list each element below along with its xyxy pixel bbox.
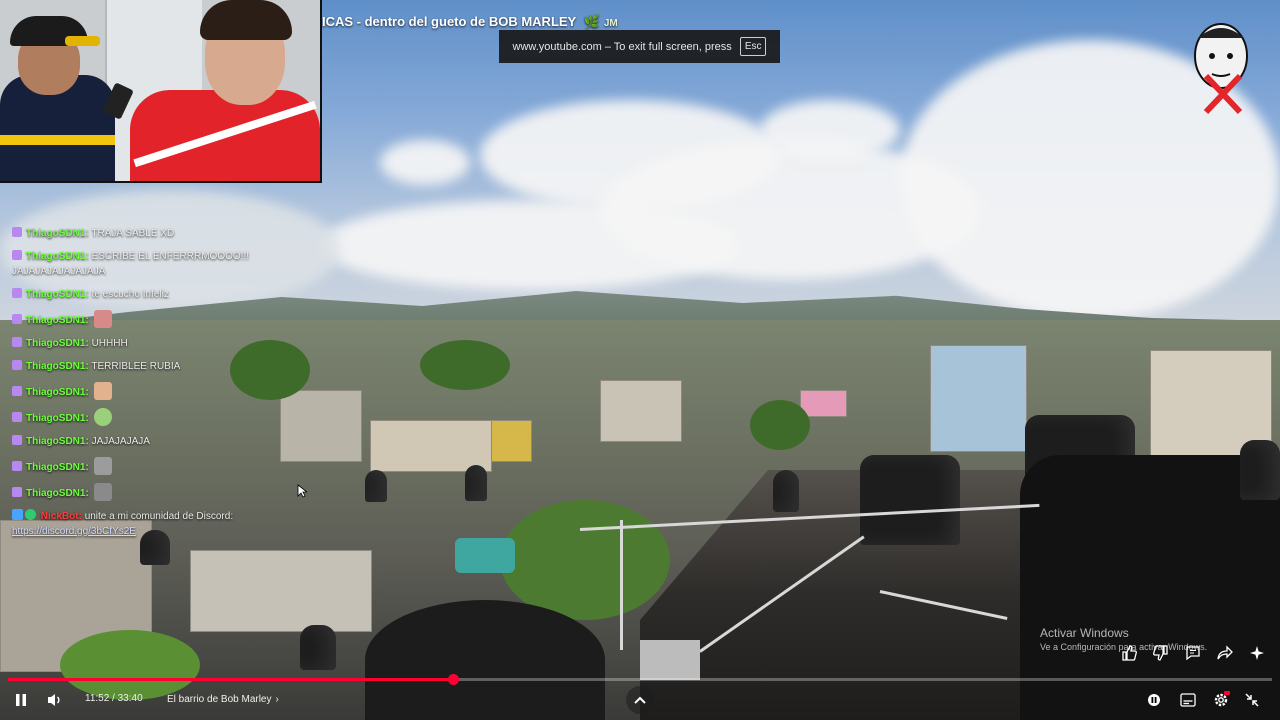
autoplay-icon bbox=[1148, 694, 1160, 706]
like-icon bbox=[1122, 645, 1137, 661]
progress-played bbox=[8, 678, 453, 681]
bot-username: NickBot: bbox=[40, 511, 82, 522]
like-button[interactable] bbox=[1118, 642, 1140, 664]
chat-message: ThiagoSDN1: bbox=[12, 408, 332, 426]
chat-text: TRAJA SABLE XD bbox=[91, 228, 175, 239]
chapter-button[interactable]: El barrio de Bob Marley › bbox=[167, 694, 279, 705]
autoplay-toggle[interactable] bbox=[1142, 686, 1166, 714]
fullscreen-notice-text: www.youtube.com – To exit full screen, p… bbox=[512, 40, 732, 53]
dislike-icon bbox=[1153, 645, 1168, 661]
subscriber-badge-icon bbox=[12, 227, 22, 237]
emote-icon bbox=[93, 310, 112, 328]
subscriber-badge-icon bbox=[12, 435, 22, 445]
discord-link[interactable]: https://discord.gg/3bCfYs2E bbox=[12, 524, 332, 539]
subscriber-badge-icon bbox=[12, 386, 22, 396]
subscriber-badge-icon bbox=[12, 487, 22, 497]
bot-badge-icon bbox=[12, 509, 23, 520]
chevron-up-icon bbox=[634, 696, 646, 704]
video-title-suffix: JM bbox=[603, 18, 618, 29]
mute-button[interactable] bbox=[42, 686, 68, 714]
share-button[interactable] bbox=[1214, 642, 1236, 664]
subscriber-badge-icon bbox=[12, 314, 22, 324]
chat-username: ThiagoSDN1: bbox=[26, 228, 89, 239]
comments-button[interactable] bbox=[1182, 642, 1204, 664]
chat-username: ThiagoSDN1: bbox=[26, 361, 89, 372]
chat-message: ThiagoSDN1: JAJAJAJAJA bbox=[12, 434, 332, 449]
pause-icon bbox=[16, 694, 26, 706]
chat-message: ThiagoSDN1: TRAJA SABLE XD bbox=[12, 226, 332, 241]
webcam-overlay bbox=[0, 0, 322, 183]
dislike-button[interactable] bbox=[1150, 642, 1172, 664]
chat-text: UHHHH bbox=[91, 338, 128, 349]
chapter-title: El barrio de Bob Marley bbox=[167, 694, 272, 705]
esc-key-hint: Esc bbox=[739, 37, 767, 56]
chat-message: ThiagoSDN1: TERRIBLEE RUBIA bbox=[12, 359, 332, 374]
chat-username: ThiagoSDN1: bbox=[26, 315, 89, 326]
settings-icon bbox=[1214, 691, 1230, 707]
bot-message: NickBot: unite a mi comunidad de Discord… bbox=[12, 509, 332, 539]
subscriber-badge-icon bbox=[12, 250, 22, 260]
mouse-cursor-icon bbox=[297, 484, 309, 503]
volume-icon bbox=[48, 694, 60, 706]
chat-text: TERRIBLEE RUBIA bbox=[91, 361, 181, 372]
subscriber-badge-icon bbox=[12, 360, 22, 370]
share-icon bbox=[1217, 645, 1233, 660]
chat-text: JAJAJAJAJA bbox=[91, 436, 150, 447]
chat-username: ThiagoSDN1: bbox=[26, 436, 89, 447]
chat-username: ThiagoSDN1: bbox=[26, 387, 89, 398]
subtitles-icon bbox=[1180, 693, 1196, 707]
exit-fullscreen-button[interactable] bbox=[1240, 686, 1264, 714]
chat-text: te escucho Infeliz bbox=[91, 289, 169, 300]
chat-message: ThiagoSDN1: bbox=[12, 483, 332, 501]
time-display: 11:52 / 33:40 bbox=[85, 693, 143, 704]
watermark-title: Activar Windows bbox=[1040, 626, 1129, 640]
chat-overlay: ThiagoSDN1: TRAJA SABLE XD ThiagoSDN1: E… bbox=[12, 226, 332, 547]
progress-scrubber[interactable] bbox=[447, 674, 459, 685]
chat-message: ThiagoSDN1: UHHHH bbox=[12, 336, 332, 351]
pause-button[interactable] bbox=[8, 686, 34, 714]
subscriber-badge-icon bbox=[12, 337, 22, 347]
sparkle-icon bbox=[1250, 646, 1264, 660]
bot-text: unite a mi comunidad de Discord: bbox=[84, 511, 234, 522]
subscriber-badge-icon bbox=[12, 412, 22, 422]
chat-username: ThiagoSDN1: bbox=[26, 251, 89, 262]
chat-message: ThiagoSDN1: bbox=[12, 310, 332, 328]
settings-button[interactable] bbox=[1208, 686, 1234, 714]
chat-message: ThiagoSDN1: bbox=[12, 382, 332, 400]
ask-button[interactable] bbox=[1246, 642, 1268, 664]
comment-icon bbox=[1186, 646, 1200, 661]
exit-fullscreen-icon bbox=[1245, 693, 1259, 707]
chat-username: ThiagoSDN1: bbox=[26, 488, 89, 499]
chat-message: ThiagoSDN1: bbox=[12, 457, 332, 475]
video-title: ICAS - dentro del gueto de BOB MARLEY 🌿 J… bbox=[322, 14, 618, 30]
channel-logo bbox=[1188, 16, 1254, 116]
emote-icon bbox=[93, 457, 112, 475]
chat-username: ThiagoSDN1: bbox=[26, 338, 89, 349]
emote-icon bbox=[93, 382, 112, 400]
subscriber-badge-icon bbox=[12, 461, 22, 471]
more-videos-button[interactable] bbox=[626, 686, 654, 714]
action-buttons bbox=[1118, 642, 1268, 664]
video-title-text: ICAS - dentro del gueto de BOB MARLEY bbox=[322, 14, 576, 29]
chat-username: ThiagoSDN1: bbox=[26, 289, 89, 300]
emote-icon bbox=[93, 483, 112, 501]
chevron-right-icon: › bbox=[275, 694, 279, 705]
chat-username: ThiagoSDN1: bbox=[26, 462, 89, 473]
verified-icon bbox=[25, 509, 36, 520]
chat-message: ThiagoSDN1: ESCRIBE EL ENFERRRMOOOO!!! J… bbox=[12, 249, 252, 279]
emote-icon bbox=[93, 408, 112, 426]
subtitles-button[interactable] bbox=[1176, 686, 1200, 714]
subscriber-badge-icon bbox=[12, 288, 22, 298]
progress-bar[interactable] bbox=[8, 674, 1272, 685]
fullscreen-notice: www.youtube.com – To exit full screen, p… bbox=[499, 30, 780, 63]
chat-message: ThiagoSDN1: te escucho Infeliz bbox=[12, 287, 332, 302]
chat-username: ThiagoSDN1: bbox=[26, 413, 89, 424]
leaf-icon: 🌿 bbox=[583, 14, 600, 29]
